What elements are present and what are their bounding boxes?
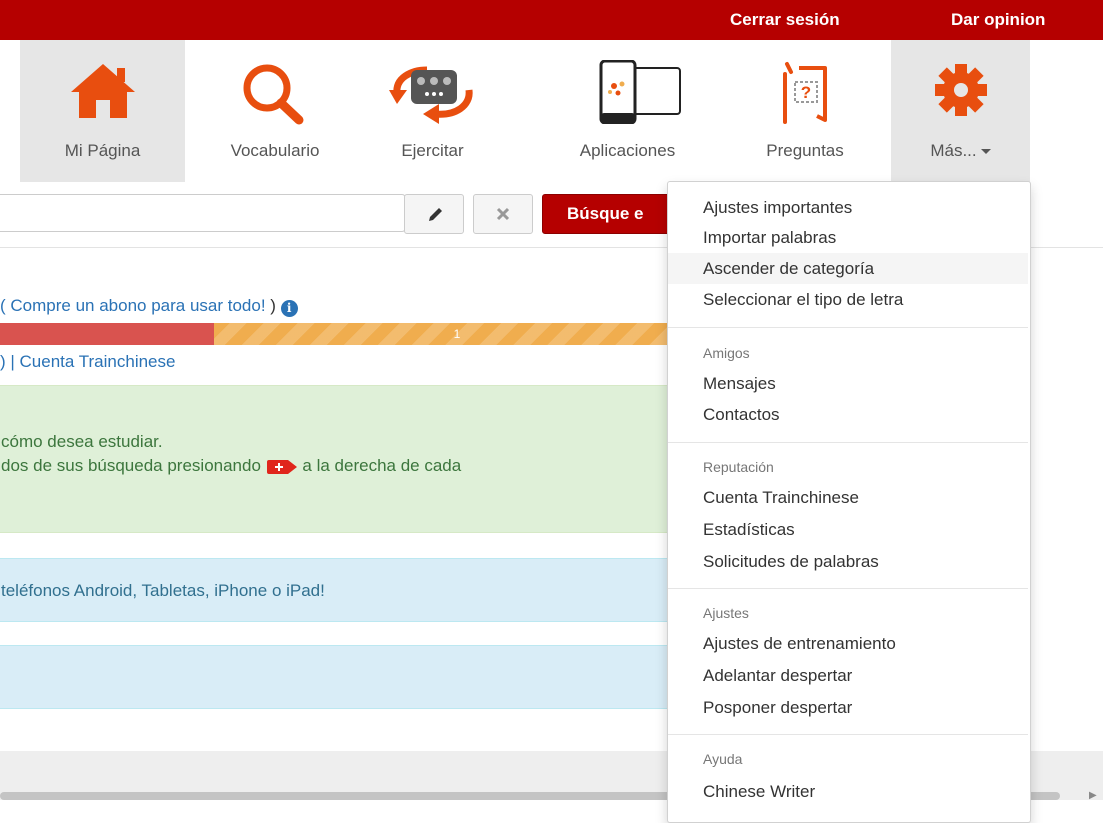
menu-header-reputation: Reputación [703, 459, 774, 475]
menu-item-advance-wakeup[interactable]: Adelantar despertar [668, 660, 1028, 691]
logout-link[interactable]: Cerrar sesión [730, 0, 840, 40]
pencil-icon [429, 208, 442, 221]
apps-info-alert: teléfonos Android, Tabletas, iPhone o iP… [0, 558, 696, 622]
nav-label: Mi Página [64, 141, 141, 160]
menu-item-chinese-writer[interactable]: Chinese Writer [668, 776, 1028, 807]
nav-label: Ejercitar [401, 141, 464, 160]
add-word-icon [266, 459, 297, 474]
menu-header-settings: Ajustes [703, 605, 749, 621]
account-links: ) | Cuenta Trainchinese [0, 352, 176, 371]
nav-questions[interactable]: ? Preguntas [735, 40, 875, 182]
scroll-right-icon[interactable]: ▶ [1089, 790, 1097, 801]
magnifier-icon [243, 64, 304, 125]
nav-vocabulary[interactable]: Vocabulario [195, 40, 355, 182]
more-dropdown-menu: Ajustes importantes Importar palabras As… [667, 181, 1031, 823]
menu-item-word-requests[interactable]: Solicitudes de palabras [668, 546, 1028, 577]
menu-divider [668, 442, 1028, 443]
nav-label: Más... [930, 141, 977, 160]
main-nav: Mi Página Vocabulario Ejercitar Aplicaci… [0, 40, 1103, 182]
flashcard-cycle-icon [388, 66, 473, 124]
menu-item-messages[interactable]: Mensajes [668, 368, 1028, 399]
success-alert: cómo desea estudiar. dos de sus búsqueda… [0, 385, 696, 533]
menu-divider [668, 327, 1028, 328]
purchase-link[interactable]: Compre un abono para usar todo! [10, 296, 265, 315]
nav-apps[interactable]: Aplicaciones [545, 40, 710, 182]
home-icon [70, 64, 135, 118]
purchase-notice: ( Compre un abono para usar todo! ) i [0, 296, 298, 317]
menu-divider [668, 734, 1028, 735]
menu-item-trainchinese-account[interactable]: Cuenta Trainchinese [668, 482, 1028, 513]
info-icon[interactable]: i [280, 300, 298, 317]
menu-item-postpone-wakeup[interactable]: Posponer despertar [668, 692, 1028, 723]
feedback-link[interactable]: Dar opinion [951, 0, 1045, 40]
learning-progress: 1 [0, 323, 700, 345]
menu-item-important-settings[interactable]: Ajustes importantes [668, 192, 1028, 223]
close-icon [496, 207, 510, 221]
top-bar: Cerrar sesión Dar opinion [0, 0, 1103, 40]
menu-header-help: Ayuda [703, 751, 743, 767]
nav-practice[interactable]: Ejercitar [365, 40, 500, 182]
search-input[interactable] [0, 194, 406, 232]
caret-down-icon [980, 149, 991, 155]
info-alert [0, 645, 696, 709]
menu-item-training-settings[interactable]: Ajustes de entrenamiento [668, 628, 1028, 659]
progress-segment-orange: 1 [214, 323, 700, 345]
handwriting-button[interactable] [404, 194, 464, 234]
account-link[interactable]: Cuenta Trainchinese [20, 352, 176, 371]
phone-tablet-icon [599, 60, 681, 124]
progress-segment-red [0, 323, 214, 345]
info-line: teléfonos Android, Tabletas, iPhone o iP… [1, 581, 325, 600]
menu-divider [668, 588, 1028, 589]
nav-more[interactable]: Más... [891, 40, 1030, 182]
menu-item-font-type[interactable]: Seleccionar el tipo de letra [668, 284, 1028, 315]
menu-item-statistics[interactable]: Estadísticas [668, 514, 1028, 545]
nav-label: Preguntas [766, 141, 844, 160]
success-line: dos de sus búsqueda presionando a la der… [1, 456, 462, 475]
menu-item-upgrade[interactable]: Ascender de categoría [668, 253, 1028, 284]
menu-header-friends: Amigos [703, 345, 750, 361]
menu-item-import-words[interactable]: Importar palabras [668, 222, 1028, 253]
menu-item-contacts[interactable]: Contactos [668, 399, 1028, 430]
clear-search-button[interactable] [473, 194, 533, 234]
success-line: cómo desea estudiar. [1, 432, 163, 451]
nav-label: Aplicaciones [579, 141, 676, 160]
nav-label: Vocabulario [230, 141, 320, 160]
nav-my-page[interactable]: Mi Página [20, 40, 185, 182]
question-character-icon: ? [783, 62, 827, 124]
gear-icon [934, 64, 987, 116]
svg-text:?: ? [801, 83, 811, 102]
